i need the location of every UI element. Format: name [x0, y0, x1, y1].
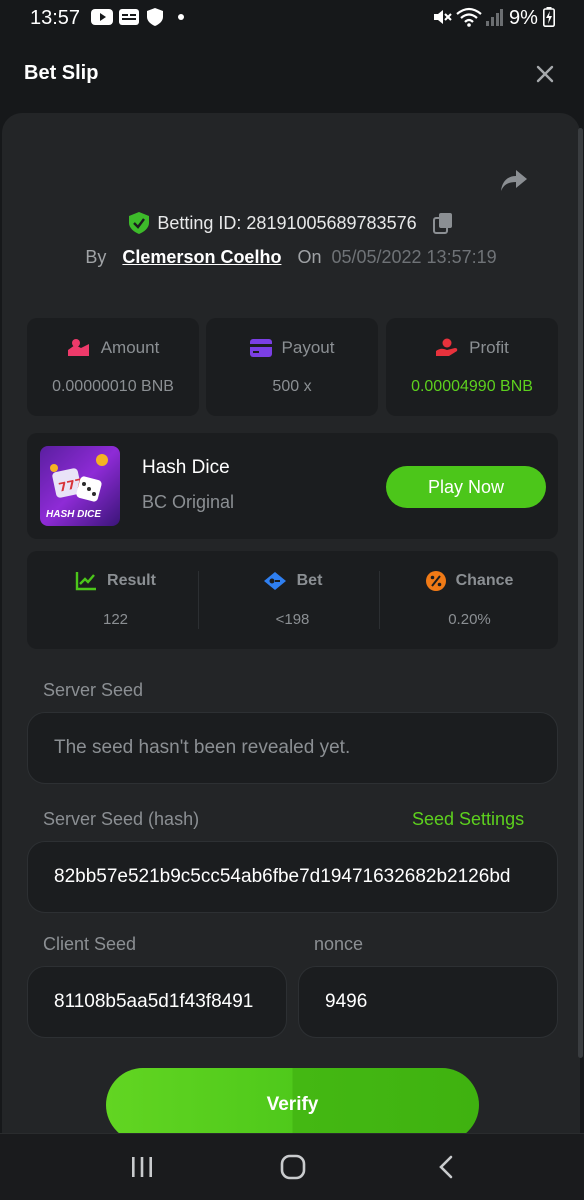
verify-button[interactable]: Verify	[106, 1068, 479, 1133]
amount-card: Amount 0.00000010 BNB	[27, 318, 199, 416]
divider	[379, 571, 380, 629]
nonce-field[interactable]: 9496	[298, 966, 558, 1038]
shield-icon	[146, 8, 164, 26]
nonce-value: 9496	[325, 991, 368, 1012]
by-label: By	[85, 246, 107, 267]
server-hash-label: Server Seed (hash)	[43, 809, 200, 829]
server-hash-field[interactable]: 82bb57e521b9c5cc54ab6fbe7d19471632682b21…	[27, 841, 558, 913]
server-seed-label: Server Seed	[43, 680, 144, 700]
profit-label: Profit	[469, 338, 509, 357]
game-thumbnail[interactable]: 777 HASH DICE	[40, 446, 120, 526]
chance-value: 0.20%	[448, 611, 491, 628]
result-column: Result 122	[27, 551, 204, 649]
verified-shield-icon	[129, 212, 150, 234]
copy-icon[interactable]	[432, 212, 453, 234]
bet-value: <198	[275, 611, 310, 628]
server-seed-field[interactable]: The seed hasn't been revealed yet.	[27, 712, 558, 784]
bet-ticket-icon	[263, 572, 286, 590]
share-button[interactable]	[499, 168, 533, 198]
nonce-label: nonce	[314, 934, 364, 954]
android-nav-bar	[0, 1133, 584, 1200]
dot-icon	[176, 8, 186, 26]
back-button[interactable]	[426, 1152, 466, 1182]
payout-label: Payout	[281, 338, 335, 357]
server-seed-value: The seed hasn't been revealed yet.	[54, 737, 351, 758]
game-subtitle: BC Original	[142, 492, 235, 512]
back-icon	[439, 1155, 453, 1179]
thumbnail-label: HASH DICE	[46, 509, 102, 520]
bet-slip-panel: Betting ID: 28191005689783576 By Clemers…	[2, 113, 580, 1133]
scrollbar[interactable]	[578, 128, 583, 1058]
profit-value: 0.00004990 BNB	[411, 378, 533, 395]
profit-icon	[436, 338, 458, 356]
battery-icon	[543, 7, 555, 27]
bet-date: 05/05/2022 13:57:19	[331, 246, 497, 267]
chance-label: Chance	[455, 572, 514, 589]
result-chart-icon	[75, 572, 97, 591]
payout-card-icon	[249, 339, 272, 357]
payout-value: 500 x	[272, 378, 312, 395]
client-seed-label: Client Seed	[43, 934, 137, 954]
client-seed-value: 81108b5aa5d1f43f8491	[54, 991, 254, 1012]
signal-icon	[485, 8, 503, 26]
result-value: 122	[102, 611, 129, 628]
percent-icon	[425, 571, 446, 591]
server-hash-value: 82bb57e521b9c5cc54ab6fbe7d19471632682b21…	[54, 866, 511, 887]
game-card: 777 HASH DICE Hash Dice BC Original Play…	[27, 433, 558, 539]
result-card: Result 122 Bet <198 Chance 0.20%	[27, 551, 558, 649]
recent-apps-button[interactable]	[122, 1152, 162, 1182]
betting-id-row: Betting ID: 28191005689783576	[2, 208, 580, 238]
divider	[198, 571, 199, 629]
amount-value: 0.00000010 BNB	[52, 378, 174, 395]
bet-column: Bet <198	[204, 551, 381, 649]
close-icon	[536, 65, 554, 83]
on-label: On	[297, 246, 322, 267]
user-link[interactable]: Clemerson Coelho	[122, 247, 281, 268]
betting-id: Betting ID: 28191005689783576	[157, 212, 417, 233]
home-icon	[280, 1154, 306, 1180]
youtube-icon	[91, 8, 113, 26]
seed-settings-link[interactable]: Seed Settings	[412, 809, 524, 830]
mute-icon	[432, 8, 452, 26]
home-button[interactable]	[273, 1152, 313, 1182]
wifi-icon	[456, 7, 482, 27]
share-icon	[501, 170, 527, 191]
status-bar: 13:57 9%	[0, 0, 584, 34]
game-name: Hash Dice	[142, 457, 230, 478]
bettor-row: By Clemerson Coelho On 05/05/2022 13:57:…	[2, 243, 580, 271]
client-seed-field[interactable]: 81108b5aa5d1f43f8491	[27, 966, 287, 1038]
payout-card: Payout 500 x	[206, 318, 378, 416]
header: Bet Slip	[0, 34, 584, 114]
battery-text: 9%	[509, 7, 538, 29]
result-label: Result	[107, 572, 156, 589]
profit-card: Profit 0.00004990 BNB	[386, 318, 558, 416]
chance-column: Chance 0.20%	[381, 551, 558, 649]
amount-icon	[67, 339, 89, 356]
amount-label: Amount	[100, 338, 160, 357]
close-button[interactable]	[530, 59, 560, 89]
play-now-button[interactable]: Play Now	[386, 466, 546, 508]
caption-icon	[119, 8, 139, 26]
status-time: 13:57	[30, 7, 81, 29]
page-title: Bet Slip	[24, 62, 99, 84]
bet-label: Bet	[296, 572, 323, 589]
recent-apps-icon	[132, 1157, 152, 1177]
